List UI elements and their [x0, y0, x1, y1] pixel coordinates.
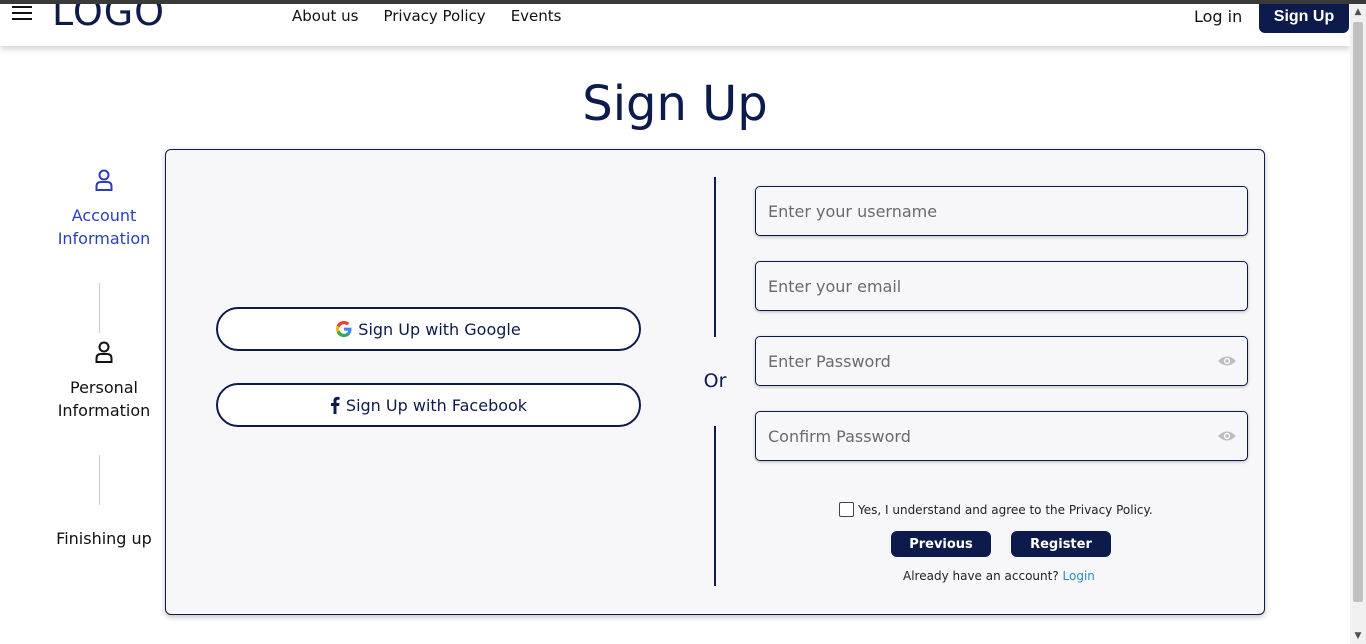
- google-signup-button[interactable]: Sign Up with Google: [216, 307, 641, 351]
- step-connector: [99, 455, 100, 505]
- divider: [714, 177, 716, 337]
- facebook-signup-label: Sign Up with Facebook: [345, 395, 528, 415]
- step-finishing-up[interactable]: Finishing up: [44, 527, 164, 550]
- logo[interactable]: LOGO: [52, 4, 165, 34]
- privacy-agreement-label: Yes, I understand and agree to the Priva…: [858, 502, 1153, 517]
- eye-icon[interactable]: [1217, 428, 1237, 444]
- username-field[interactable]: [755, 186, 1248, 236]
- password-input[interactable]: [756, 337, 1247, 385]
- privacy-agreement: Yes, I understand and agree to the Priva…: [839, 502, 1153, 517]
- email-field[interactable]: [755, 261, 1248, 311]
- password-field[interactable]: [755, 336, 1248, 386]
- step-account-information[interactable]: Account Information: [44, 168, 164, 250]
- page: LOGO About us Privacy Policy Events Log …: [0, 4, 1350, 644]
- nav-privacy-policy[interactable]: Privacy Policy: [383, 7, 485, 25]
- header-signup-button[interactable]: Sign Up: [1259, 4, 1349, 33]
- eye-icon[interactable]: [1217, 353, 1237, 369]
- divider: [714, 426, 716, 586]
- user-icon: [95, 169, 113, 191]
- step-connector: [99, 283, 100, 333]
- signup-card: Sign Up with Google Sign Up with Faceboo…: [165, 149, 1265, 615]
- vertical-scrollbar[interactable]: ▲ ▼: [1350, 4, 1366, 644]
- step-personal-information[interactable]: Personal Information: [44, 340, 164, 422]
- step-label: Personal Information: [57, 378, 151, 420]
- header-login-link[interactable]: Log in: [1194, 7, 1242, 26]
- nav-about-us[interactable]: About us: [292, 7, 358, 25]
- scroll-down-arrow-icon[interactable]: ▼: [1350, 628, 1366, 644]
- or-separator: Or: [703, 370, 727, 392]
- privacy-checkbox[interactable]: [839, 502, 854, 517]
- step-label: Account Information: [57, 206, 151, 248]
- scroll-up-arrow-icon[interactable]: ▲: [1350, 4, 1366, 20]
- site-header: LOGO About us Privacy Policy Events Log …: [0, 4, 1350, 46]
- scroll-thumb[interactable]: [1353, 22, 1363, 602]
- google-icon: [336, 321, 352, 337]
- step-label: Finishing up: [56, 529, 152, 548]
- page-title: Sign Up: [582, 76, 768, 132]
- register-button[interactable]: Register: [1011, 531, 1111, 557]
- confirm-password-input[interactable]: [756, 412, 1247, 460]
- confirm-password-field[interactable]: [755, 411, 1248, 461]
- google-signup-label: Sign Up with Google: [358, 319, 521, 339]
- username-input[interactable]: [756, 187, 1247, 235]
- already-have-account: Already have an account? Login: [903, 569, 1095, 583]
- email-input[interactable]: [756, 262, 1247, 310]
- login-link[interactable]: Login: [1063, 569, 1095, 583]
- previous-button[interactable]: Previous: [891, 531, 991, 557]
- menu-icon[interactable]: [12, 6, 32, 20]
- user-icon: [95, 341, 113, 363]
- nav-events[interactable]: Events: [511, 7, 562, 25]
- facebook-icon: [330, 396, 340, 414]
- already-have-account-text: Already have an account?: [903, 569, 1059, 583]
- facebook-signup-button[interactable]: Sign Up with Facebook: [216, 383, 641, 427]
- main-nav: About us Privacy Policy Events: [292, 7, 561, 25]
